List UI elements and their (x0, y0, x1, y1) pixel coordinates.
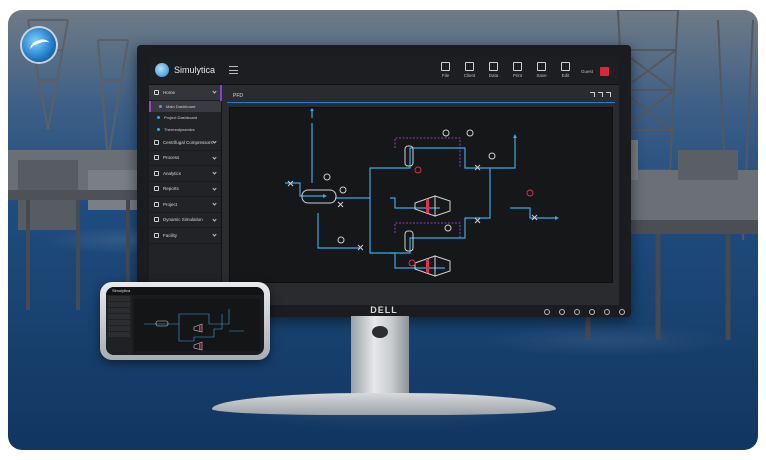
panel-controls (590, 92, 611, 97)
phone-sidebar-item[interactable] (108, 326, 130, 331)
folder-icon (154, 201, 159, 207)
sidebar-item-analytics[interactable]: Analytics (149, 166, 221, 182)
pfd-canvas[interactable] (229, 107, 613, 283)
phone-sidebar-item[interactable] (108, 314, 130, 319)
sidebar-subitem-thermodynamics[interactable]: Thermodynamics (149, 124, 221, 136)
print-icon (512, 62, 522, 71)
menu-toggle-icon[interactable] (229, 66, 238, 74)
toolbar-edit-button[interactable]: Edit (557, 60, 574, 78)
sidebar-item-facility[interactable]: Facility (149, 228, 221, 244)
edit-icon (560, 62, 570, 71)
user-menu-button[interactable] (600, 67, 609, 76)
toolbar-client-button[interactable]: Client (461, 60, 478, 78)
phone-screen: Simulytica (106, 287, 264, 355)
phone-pfd-canvas[interactable] (134, 299, 260, 351)
chevron-down-icon (212, 185, 217, 191)
toolbar-print-button[interactable]: Print (509, 60, 526, 78)
data-icon (488, 62, 498, 71)
chevron-down-icon (212, 89, 217, 94)
app-screen: Simulytica File Client Data Print Save E… (149, 57, 619, 305)
sidebar-item-home[interactable]: Home (149, 85, 221, 101)
sidebar-subitem-main-dashboard[interactable]: Main Dashboard (149, 100, 221, 112)
gauge-icon (154, 217, 159, 223)
sidebar-item-centrifugal-compressors[interactable]: Centrifugal Compressors (149, 135, 221, 151)
toolbar-file-button[interactable]: File (437, 60, 454, 78)
process-flow-diagram (285, 108, 559, 277)
settings-icon[interactable] (598, 92, 603, 97)
reports-icon (154, 186, 159, 192)
chevron-down-icon (212, 216, 217, 222)
sidebar-active-accent (220, 85, 222, 101)
app-title: Simulytica (174, 65, 216, 75)
app-logo-icon (155, 63, 169, 77)
phone-sidebar (106, 295, 132, 355)
compressor-icon (154, 139, 159, 145)
save-icon (536, 62, 546, 71)
monitor-icon (464, 62, 474, 71)
phone-sidebar-item[interactable] (108, 332, 130, 337)
file-icon (440, 62, 450, 71)
sidebar: Home Main Dashboard Project Dashboard Th… (149, 85, 222, 305)
phone-sidebar-item[interactable] (108, 320, 130, 325)
phone-sidebar-item[interactable] (108, 296, 130, 301)
panel-title: PFD (233, 92, 243, 99)
user-label: Guest (580, 69, 593, 74)
chevron-down-icon (212, 170, 217, 175)
toolbar-data-button[interactable]: Data (485, 60, 502, 78)
phone-app-title: Simulytica (112, 288, 131, 293)
panel-header: PFD (227, 89, 615, 103)
chevron-down-icon (212, 139, 217, 144)
desktop-monitor: Simulytica File Client Data Print Save E… (137, 45, 631, 317)
sidebar-subitem-project-dashboard[interactable]: Project Dashboard (149, 112, 221, 124)
collapse-icon[interactable] (590, 92, 595, 97)
close-icon[interactable] (606, 92, 611, 97)
toolbar: File Client Data Print Save Edit Guest (437, 60, 609, 78)
bullet-icon (157, 116, 160, 120)
phone-sidebar-item[interactable] (108, 308, 130, 313)
chevron-down-icon (212, 232, 217, 237)
bullet-icon (159, 104, 162, 108)
monitor-stand-cable-hole (372, 326, 388, 338)
sidebar-item-project[interactable]: Project (149, 197, 221, 213)
phone-topbar: Simulytica (106, 287, 264, 295)
toolbar-save-button[interactable]: Save (533, 60, 550, 78)
home-icon (154, 89, 159, 95)
pfd-panel: PFD (227, 89, 615, 301)
flask-icon (154, 155, 159, 161)
monitor-stand-base (212, 393, 556, 415)
sidebar-item-process[interactable]: Process (149, 151, 221, 166)
smartphone: Simulytica (100, 282, 270, 360)
app-topbar: Simulytica File Client Data Print Save E… (149, 57, 619, 85)
phone-sidebar-item[interactable] (108, 302, 130, 307)
building-icon (154, 232, 159, 238)
sidebar-item-dynamic-simulation[interactable]: Dynamic Simulation (149, 213, 221, 228)
app-brand[interactable]: Simulytica (155, 63, 215, 77)
phone-process-flow-diagram (144, 309, 244, 351)
bullet-icon (157, 127, 160, 131)
chevron-down-icon (212, 201, 217, 206)
chevron-down-icon (212, 154, 217, 160)
company-logo (22, 28, 56, 62)
bar-chart-icon (154, 170, 159, 176)
sidebar-item-reports[interactable]: Reports (149, 182, 221, 197)
